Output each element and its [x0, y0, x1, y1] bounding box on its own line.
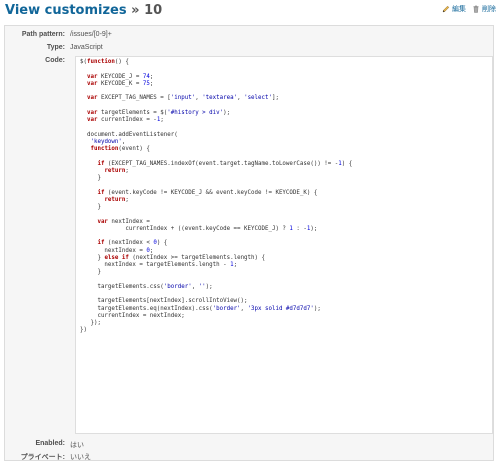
page-title: View customizes » 10: [5, 3, 162, 18]
code-line: } else if (nextIndex >= targetElements.l…: [80, 254, 266, 261]
code-line: currentIndex = nextIndex;: [80, 312, 185, 319]
type-label: Type:: [46, 44, 65, 51]
path-pattern-label: Path pattern:: [21, 31, 65, 38]
enabled-label: Enabled:: [35, 440, 65, 447]
code-line: if (event.keyCode != KEYCODE_J && event.…: [97, 189, 318, 196]
code-line: nextIndex = 0;: [80, 247, 154, 254]
code-line: 'keydown',: [90, 138, 126, 145]
customize-id: 10: [144, 3, 163, 18]
code-line: });: [80, 320, 101, 326]
view-customize-details: Path pattern: /issues/[0-9]+ Type: JavaS…: [4, 25, 494, 461]
code-line: var KEYCODE_J = 74;: [86, 73, 154, 80]
edit-label: 編集: [452, 6, 466, 13]
code-line: }: [80, 269, 101, 276]
private-value: いいえ: [70, 454, 91, 461]
enabled-value: はい: [70, 442, 84, 449]
code-line: var nextIndex =: [97, 218, 150, 225]
code-line: document.addEventListener(: [80, 131, 178, 138]
pencil-icon: [442, 5, 450, 13]
code-line: targetElements.css('border', '');: [80, 283, 213, 290]
code-content: $(function() { var KEYCODE_J = 74; var K…: [76, 57, 492, 337]
code-line: currentIndex + ((event.keyCode == KEYCOD…: [80, 225, 318, 232]
code-line: targetElements[nextIndex].scrollIntoView…: [80, 298, 248, 305]
code-line: }: [80, 204, 101, 210]
code-line: }): [80, 327, 87, 334]
view-customizes-link[interactable]: View customizes: [5, 3, 127, 18]
private-label: プライベート:: [20, 454, 65, 461]
code-line: return;: [104, 167, 129, 174]
edit-button[interactable]: 編集: [442, 4, 466, 14]
path-pattern-value: /issues/[0-9]+: [70, 31, 112, 38]
title-separator: »: [126, 3, 145, 18]
code-line: var KEYCODE_K = 75;: [86, 80, 154, 87]
code-line: var targetElements = $('#history > div')…: [86, 109, 231, 116]
code-line: if (EXCEPT_TAG_NAMES.indexOf(event.targe…: [97, 160, 353, 167]
code-line: $(function() {: [80, 59, 129, 65]
trash-icon: [473, 5, 479, 13]
code-line: }: [80, 175, 101, 181]
page-header: View customizes » 10 編集 削除: [0, 0, 500, 28]
code-line: nextIndex = targetElements.length - 1;: [80, 262, 238, 268]
code-line: var currentIndex = -1;: [86, 117, 164, 123]
contextual-actions: 編集 削除: [442, 4, 496, 14]
code-line: function(event) {: [90, 146, 150, 152]
code-line: targetElements.eq(nextIndex).css('border…: [80, 305, 321, 312]
delete-label: 削除: [482, 6, 496, 13]
delete-button[interactable]: 削除: [472, 4, 496, 14]
code-line: return;: [104, 196, 129, 203]
code-line: var EXCEPT_TAG_NAMES = ['input', 'textar…: [86, 95, 279, 102]
type-value: JavaScript: [70, 44, 103, 51]
code-label: Code:: [45, 57, 65, 64]
code-block: $(function() { var KEYCODE_J = 74; var K…: [75, 56, 493, 434]
code-line: if (nextIndex < 0) {: [97, 240, 168, 247]
